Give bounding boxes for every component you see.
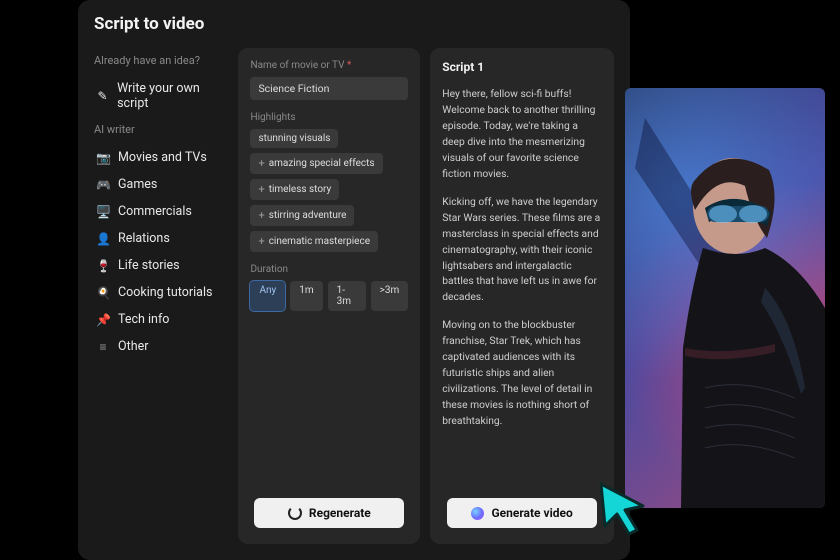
script-to-video-window: Script to video Already have an idea? ✎ … [78, 0, 630, 560]
highlight-tag[interactable]: +amazing special effects [250, 153, 382, 174]
script-paragraph: Kicking off, we have the legendary Star … [442, 194, 602, 306]
highlight-tags: stunning visuals +amazing special effect… [250, 129, 408, 252]
sidebar-item-life-stories[interactable]: 🍷 Life stories [94, 252, 228, 279]
script-head: Script 1 [442, 60, 602, 74]
script-panel: Script 1 Hey there, fellow sci-fi buffs!… [430, 48, 614, 544]
write-own-script[interactable]: ✎ Write your own script [94, 75, 228, 117]
plus-icon: + [258, 157, 264, 170]
sidebar-item-relations[interactable]: 👤 Relations [94, 225, 228, 252]
highlight-tag[interactable]: +stirring adventure [250, 205, 354, 226]
form-panel: Name of movie or TV * Science Fiction Hi… [238, 48, 420, 544]
category-icon: 📌 [96, 313, 110, 327]
category-icon: 🎮 [96, 178, 110, 192]
category-icon: 👤 [96, 232, 110, 246]
sidebar-item-other[interactable]: ≡ Other [94, 333, 228, 360]
page-title: Script to video [94, 14, 614, 34]
sidebar-item-tech-info[interactable]: 📌 Tech info [94, 306, 228, 333]
sidebar-item-label: Life stories [118, 258, 180, 273]
regenerate-button[interactable]: Regenerate [254, 498, 404, 528]
sidebar-head-ai: AI writer [94, 123, 228, 136]
duration-group: Any1m1-3m>3m [250, 281, 408, 311]
refresh-icon [288, 506, 302, 520]
plus-icon: + [258, 235, 264, 248]
duration-label: Duration [250, 264, 408, 275]
category-icon: 📷 [96, 151, 110, 165]
sparkle-icon [471, 507, 484, 520]
category-icon: ≡ [96, 340, 110, 354]
sidebar-item-cooking-tutorials[interactable]: 🍳 Cooking tutorials [94, 279, 228, 306]
plus-icon: + [258, 183, 264, 196]
script-body: Hey there, fellow sci-fi buffs! Welcome … [442, 86, 602, 441]
sidebar-item-label: Other [118, 339, 148, 354]
sidebar-item-commercials[interactable]: 🖥️ Commercials [94, 198, 228, 225]
columns: Already have an idea? ✎ Write your own s… [94, 48, 614, 544]
plus-icon: + [258, 209, 264, 222]
sidebar-item-label: Games [118, 177, 157, 192]
sidebar-head-idea: Already have an idea? [94, 54, 228, 67]
duration-option[interactable]: 1m [290, 281, 322, 311]
preview-image [625, 88, 825, 508]
sidebar-item-label: Movies and TVs [118, 150, 207, 165]
duration-option[interactable]: >3m [371, 281, 409, 311]
sidebar-item-label: Tech info [118, 312, 169, 327]
script-paragraph: Hey there, fellow sci-fi buffs! Welcome … [442, 86, 602, 182]
category-icon: 🍷 [96, 259, 110, 273]
sidebar-item-label: Commercials [118, 204, 192, 219]
write-own-label: Write your own script [117, 81, 226, 111]
sidebar-item-games[interactable]: 🎮 Games [94, 171, 228, 198]
name-field[interactable]: Science Fiction [250, 77, 408, 100]
highlight-tag[interactable]: +timeless story [250, 179, 339, 200]
person-illustration [625, 88, 825, 508]
highlight-tag[interactable]: stunning visuals [250, 129, 338, 148]
category-icon: 🍳 [96, 286, 110, 300]
pencil-icon: ✎ [96, 89, 109, 103]
sidebar-item-movies-and-tvs[interactable]: 📷 Movies and TVs [94, 144, 228, 171]
highlight-tag[interactable]: +cinematic masterpiece [250, 231, 378, 252]
sidebar-item-label: Cooking tutorials [118, 285, 212, 300]
name-label: Name of movie or TV * [250, 60, 408, 71]
highlights-label: Highlights [250, 112, 408, 123]
script-paragraph: Moving on to the blockbuster franchise, … [442, 317, 602, 429]
sidebar: Already have an idea? ✎ Write your own s… [94, 48, 228, 544]
category-icon: 🖥️ [96, 205, 110, 219]
sidebar-item-label: Relations [118, 231, 170, 246]
duration-option[interactable]: 1-3m [328, 281, 366, 311]
duration-option[interactable]: Any [250, 281, 285, 311]
generate-video-button[interactable]: Generate video [447, 498, 597, 528]
